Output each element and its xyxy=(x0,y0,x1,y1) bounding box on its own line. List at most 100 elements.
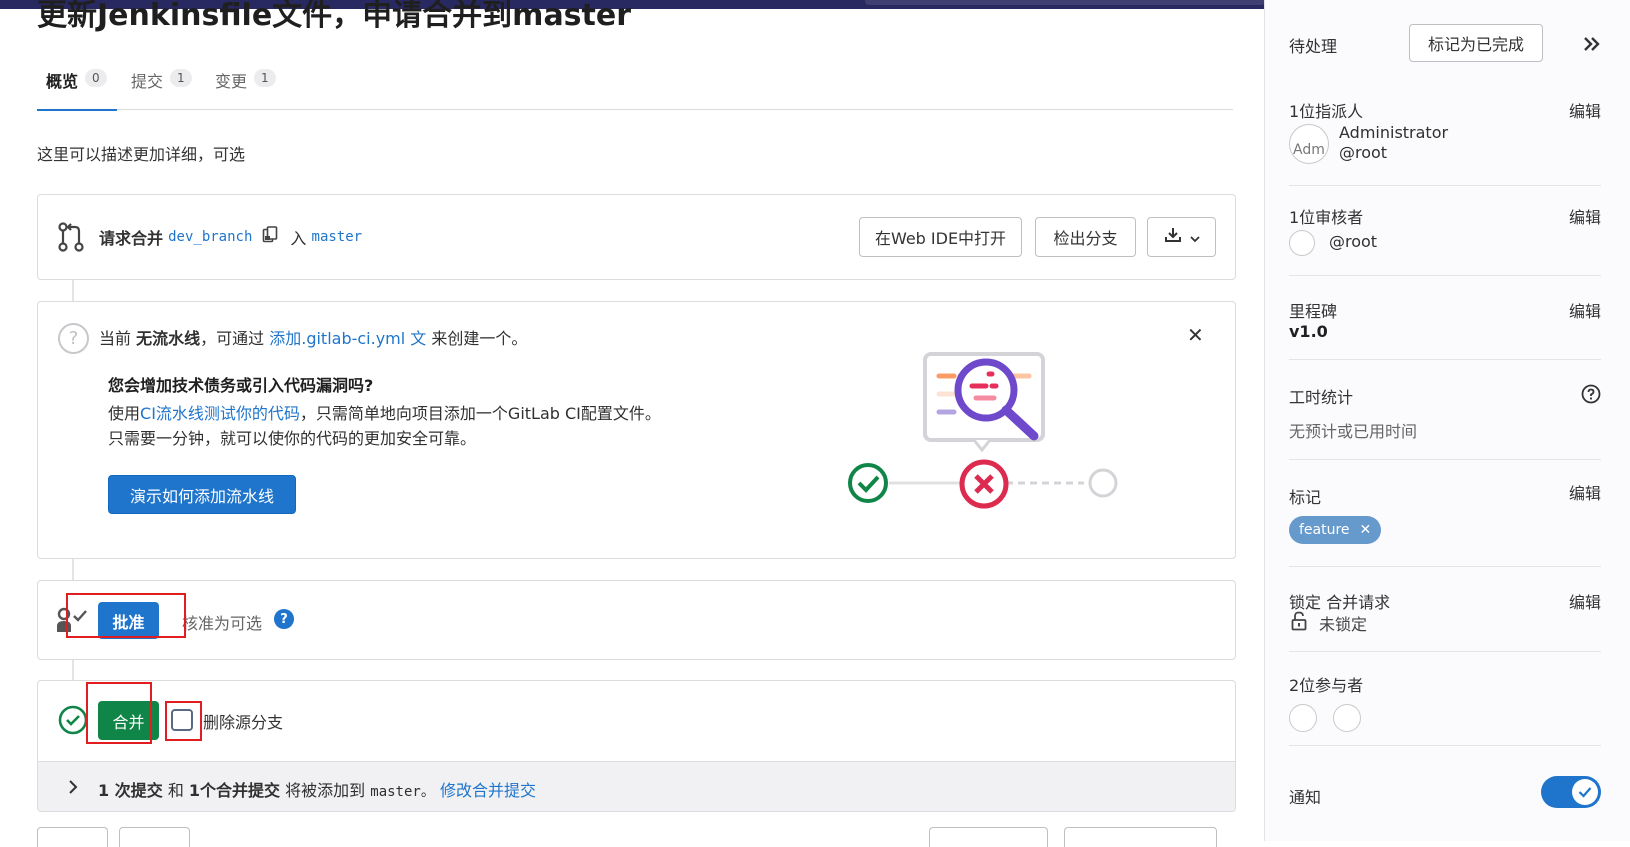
tab-changes-count: 1 xyxy=(254,69,276,87)
tab-overview[interactable]: 概览 0 xyxy=(37,62,117,111)
commit-summary-text: 1 次提交 和 1个合并提交 将被添加到 master。 修改合并提交 xyxy=(98,777,536,801)
delete-source-label[interactable]: 删除源分支 xyxy=(203,709,283,733)
avatar[interactable] xyxy=(1333,704,1361,732)
merge-commit-summary: 1 次提交 和 1个合并提交 将被添加到 master。 修改合并提交 xyxy=(38,761,1235,811)
reviewers-section: 1位审核者 编辑 @root xyxy=(1289,186,1601,276)
lock-title: 锁定 合并请求 xyxy=(1289,593,1391,612)
timeline-connector xyxy=(72,659,74,681)
mr-tabs: 概览 0 提交 1 变更 1 xyxy=(37,62,1233,111)
close-icon[interactable]: ✕ xyxy=(1187,325,1204,345)
no-pipeline-label: 无流水线 xyxy=(136,329,201,348)
avatar[interactable] xyxy=(1289,230,1315,256)
open-web-ide-button[interactable]: 在Web IDE中打开 xyxy=(859,217,1022,257)
add-gitlab-ci-link[interactable]: 添加.gitlab-ci.yml 文 xyxy=(269,329,426,348)
pipeline-status-text: 当前 无流水线，可通过 添加.gitlab-ci.yml 文 来创建一个。 xyxy=(99,325,527,349)
mr-branch-info: 请求合并 dev_branch 入 master xyxy=(99,225,362,249)
lock-section: 锁定 合并请求 编辑 未锁定 xyxy=(1289,567,1601,652)
tab-commits[interactable]: 提交 1 xyxy=(131,62,192,110)
time-tracking-title: 工时统计 xyxy=(1289,388,1354,407)
and-text: 和 xyxy=(167,781,184,800)
collapse-sidebar-icon[interactable] xyxy=(1583,36,1601,56)
ci-pipeline-link[interactable]: CI流水线测试你的代码 xyxy=(140,404,300,423)
page-title: 更新Jenkinsfile文件，申请合并到master xyxy=(37,0,632,33)
search-bar[interactable] xyxy=(865,0,1265,5)
assignees-section: 1位指派人 编辑 Adm Administrator @root xyxy=(1289,80,1601,186)
tab-changes[interactable]: 变更 1 xyxy=(215,62,276,110)
pipeline-middle: ，可通过 xyxy=(200,329,265,348)
show-pipeline-demo-button[interactable]: 演示如何添加流水线 xyxy=(108,475,296,514)
avatar-alt-text: Adm xyxy=(1293,142,1325,158)
tab-overview-label: 概览 xyxy=(46,72,79,91)
approval-card: 批准 核准为可选 ? xyxy=(37,580,1236,660)
highlight-box xyxy=(66,593,186,638)
assignee-handle: @root xyxy=(1339,143,1388,162)
pipeline-suffix: 来创建一个。 xyxy=(431,329,528,348)
right-sidebar: 待处理 标记为已完成 1位指派人 编辑 Adm Administrator @r… xyxy=(1264,0,1630,841)
timeline-connector xyxy=(72,279,74,302)
edit-reviewers-link[interactable]: 编辑 xyxy=(1569,204,1601,228)
milestone-value[interactable]: v1.0 xyxy=(1289,322,1328,341)
unlock-icon xyxy=(1291,611,1307,635)
chevron-down-icon xyxy=(1189,228,1200,247)
into-label: 入 xyxy=(290,229,307,248)
mr-branch-card: 请求合并 dev_branch 入 master 在Web IDE中打开 检出分… xyxy=(37,194,1236,280)
bottom-button[interactable] xyxy=(119,827,190,847)
assignee-name[interactable]: Administrator xyxy=(1339,123,1448,142)
body1-post: ，只需简单地向项目添加一个GitLab CI配置文件。 xyxy=(299,404,661,423)
mr-label: 请求合并 xyxy=(99,229,164,248)
modify-merge-commit-link[interactable]: 修改合并提交 xyxy=(440,781,536,800)
merge-card: 合并 删除源分支 1 次提交 和 1个合并提交 将被添加到 master。 修改… xyxy=(37,680,1236,812)
timeline-connector xyxy=(72,558,74,581)
chevron-right-icon[interactable] xyxy=(68,780,78,798)
download-icon xyxy=(1164,226,1182,248)
mr-description: 这里可以描述更加详细，可选 xyxy=(37,145,246,164)
target-branch-link[interactable]: master xyxy=(312,229,363,245)
source-branch-link[interactable]: dev_branch xyxy=(168,229,252,245)
help-circle-icon[interactable] xyxy=(1581,384,1601,408)
bottom-button[interactable] xyxy=(929,827,1048,847)
bottom-button[interactable] xyxy=(37,827,108,847)
help-icon[interactable]: ? xyxy=(274,609,294,629)
todo-section: 待处理 标记为已完成 xyxy=(1289,0,1601,80)
labels-title: 标记 xyxy=(1289,488,1322,507)
toggle-knob xyxy=(1572,779,1598,805)
reviewer-handle[interactable]: @root xyxy=(1329,232,1377,251)
pipeline-prefix: 当前 xyxy=(99,329,132,348)
remove-label-icon[interactable]: ✕ xyxy=(1360,522,1372,538)
tab-commits-label: 提交 xyxy=(131,72,164,91)
copy-icon[interactable] xyxy=(262,226,278,248)
label-name: feature xyxy=(1299,522,1350,538)
commit-count: 1 次提交 xyxy=(98,781,163,800)
lock-value: 未锁定 xyxy=(1319,615,1368,634)
checkout-branch-button[interactable]: 检出分支 xyxy=(1035,217,1136,257)
labels-section: 标记 编辑 feature ✕ xyxy=(1289,460,1601,567)
question-icon: ? xyxy=(58,323,89,354)
label-pill[interactable]: feature ✕ xyxy=(1289,516,1382,544)
edit-labels-link[interactable]: 编辑 xyxy=(1569,480,1601,504)
time-tracking-value: 无预计或已用时间 xyxy=(1289,422,1418,441)
download-dropdown-button[interactable] xyxy=(1147,217,1216,257)
merge-request-icon xyxy=(58,222,84,256)
notifications-section: 通知 xyxy=(1289,776,1601,826)
merge-commit-count: 1个合并提交 xyxy=(188,781,281,800)
bottom-button[interactable] xyxy=(1064,827,1217,847)
todo-label: 待处理 xyxy=(1289,37,1338,56)
edit-milestone-link[interactable]: 编辑 xyxy=(1569,298,1601,322)
target-branch-text: master。 xyxy=(370,784,435,800)
notifications-title: 通知 xyxy=(1289,788,1322,807)
highlight-box xyxy=(165,701,202,741)
notifications-toggle[interactable] xyxy=(1541,776,1601,808)
edit-assignees-link[interactable]: 编辑 xyxy=(1569,98,1601,122)
avatar[interactable]: Adm xyxy=(1289,124,1329,164)
time-tracking-section: 工时统计 无预计或已用时间 xyxy=(1289,360,1601,460)
avatar[interactable] xyxy=(1289,704,1317,732)
will-add-text: 将被添加到 xyxy=(285,781,366,800)
participants-title: 2位参与者 xyxy=(1289,676,1364,695)
edit-lock-link[interactable]: 编辑 xyxy=(1569,589,1601,613)
milestone-title: 里程碑 xyxy=(1289,302,1338,321)
mark-done-button[interactable]: 标记为已完成 xyxy=(1409,24,1543,62)
tab-overview-count: 0 xyxy=(85,69,107,87)
tab-changes-label: 变更 xyxy=(215,72,248,91)
assignees-title: 1位指派人 xyxy=(1289,102,1364,121)
pipeline-illustration xyxy=(834,350,1134,524)
